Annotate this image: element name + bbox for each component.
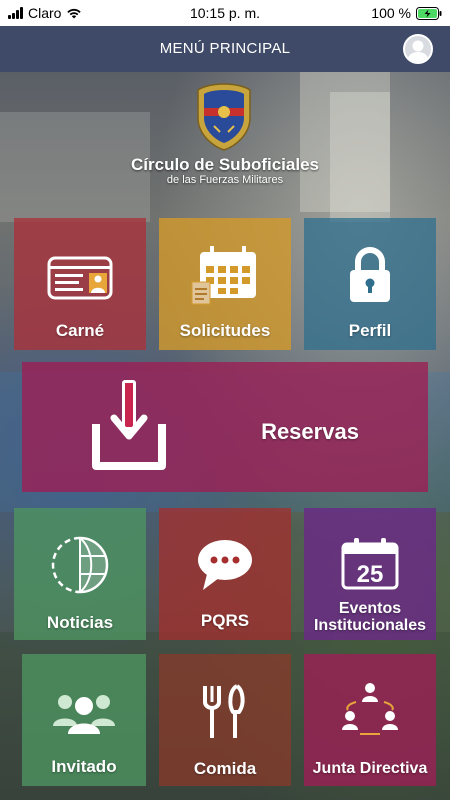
tile-eventos-label-line2: Institucionales	[313, 617, 427, 634]
logo-shield	[197, 83, 251, 151]
tile-carne[interactable]: Carné	[14, 218, 146, 350]
id-card-icon	[47, 256, 113, 300]
tile-reservas[interactable]: Reservas	[22, 362, 428, 492]
profile-avatar-button[interactable]	[403, 34, 433, 64]
battery-percent: 100 %	[371, 5, 411, 21]
chat-bubble-icon	[198, 540, 252, 590]
org-subtitle: de las Fuerzas Militares	[166, 174, 284, 186]
tile-eventos-label: Eventos Institucionales	[304, 600, 436, 634]
tile-solicitudes-label: Solicitudes	[179, 321, 271, 340]
user-avatar-icon	[407, 40, 429, 62]
tile-perfil-label: Perfil	[348, 321, 392, 340]
org-name: Círculo de Suboficiales	[131, 155, 319, 174]
tile-junta-label: Junta Directiva	[312, 760, 428, 777]
status-right: 100 %	[371, 5, 442, 21]
tile-invitado[interactable]: Invitado	[22, 654, 146, 786]
tile-comida-label: Comida	[193, 759, 257, 778]
lock-icon	[350, 247, 390, 302]
tile-invitado-label: Invitado	[51, 757, 117, 776]
tile-pqrs[interactable]: PQRS	[159, 508, 291, 640]
tile-reservas-label: Reservas	[261, 419, 359, 444]
page-title: MENÚ PRINCIPAL	[159, 40, 291, 57]
users-group-icon	[53, 695, 115, 734]
nav-bar: MENÚ PRINCIPAL	[0, 26, 450, 72]
tile-solicitudes[interactable]: Solicitudes	[159, 218, 291, 350]
tile-carne-label: Carné	[55, 321, 105, 340]
tile-eventos-label-line1: Eventos	[338, 600, 402, 617]
tile-pqrs-label: PQRS	[200, 611, 250, 630]
tile-noticias-label: Noticias	[46, 613, 114, 632]
battery-charging-icon	[416, 6, 442, 20]
globe-icon	[51, 536, 109, 594]
calendar-icon: 25	[341, 538, 399, 590]
tile-eventos[interactable]: 25 Eventos Institucionales	[304, 508, 436, 640]
tile-noticias[interactable]: Noticias	[14, 508, 146, 640]
calendar-day-number: 25	[357, 561, 384, 588]
calendar-document-icon	[191, 246, 256, 305]
status-bar: Claro 10:15 p. m. 100 %	[0, 0, 450, 26]
tile-perfil[interactable]: Perfil	[304, 218, 436, 350]
tile-junta[interactable]: Junta Directiva	[304, 654, 436, 786]
org-chart-icon	[342, 683, 398, 735]
tile-comida[interactable]: Comida	[159, 654, 291, 786]
fork-knife-icon	[203, 684, 245, 738]
download-tray-icon	[92, 380, 166, 470]
